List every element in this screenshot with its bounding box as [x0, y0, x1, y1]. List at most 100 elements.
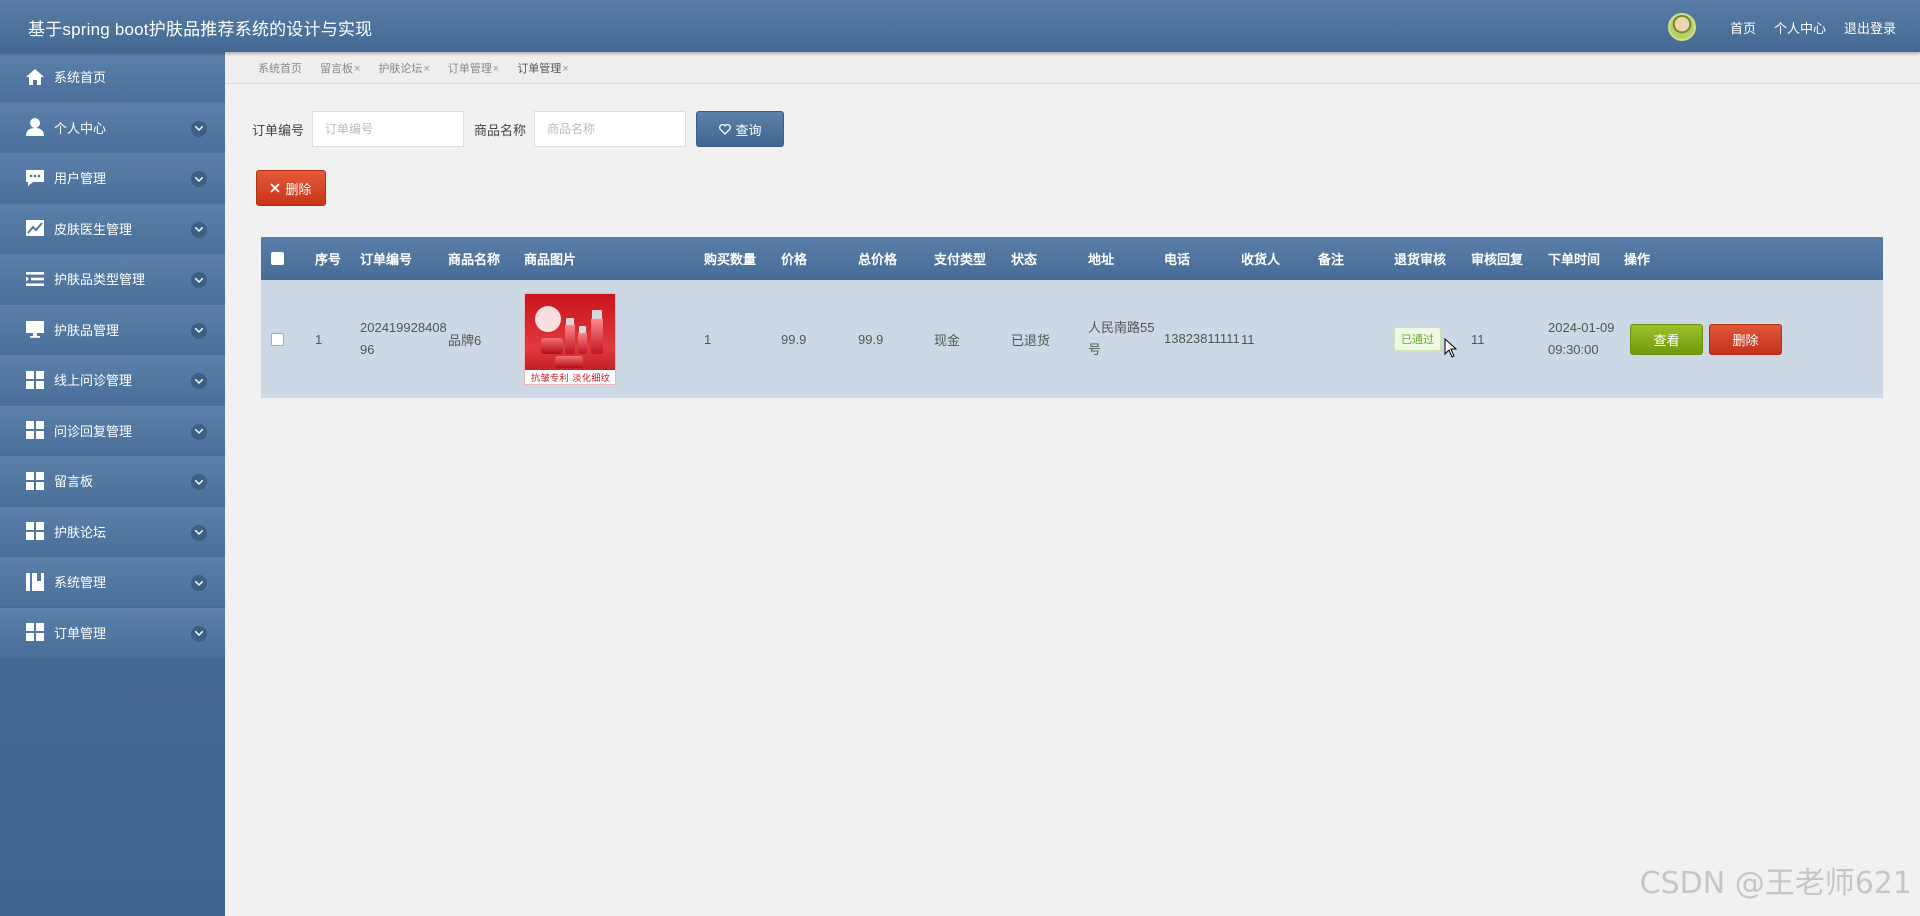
home-icon [24, 67, 46, 87]
header-link-profile[interactable]: 个人中心 [1774, 18, 1826, 37]
order-no-input[interactable] [312, 111, 465, 147]
close-icon[interactable]: × [423, 63, 429, 75]
sidebar-item-label: 系统首页 [54, 70, 107, 85]
sidebar-item-forum[interactable]: 护肤论坛 [0, 506, 225, 556]
chevron-down-icon[interactable] [191, 524, 207, 541]
column-header: 电话 [1164, 252, 1191, 267]
chevron-down-icon[interactable] [191, 272, 207, 288]
sidebar-item-label: 个人中心 [54, 120, 107, 136]
table-row: 1 20241992840896 品牌6 抗皱专利 淡化细纹 1 99.9 99… [261, 280, 1883, 398]
header-link-logout[interactable]: 退出登录 [1844, 18, 1896, 37]
tab-orders[interactable]: 订单管理× [448, 60, 499, 76]
sidebar-item-profile[interactable]: 个人中心 [0, 102, 225, 152]
cell-quantity: 1 [704, 331, 712, 347]
sidebar-item-home[interactable]: 系统首页 [0, 52, 225, 101]
status-badge: 已通过 [1394, 327, 1441, 351]
chevron-down-icon[interactable] [191, 120, 207, 137]
cell-price: 99.9 [781, 331, 807, 347]
header-right: 首页 个人中心 退出登录 [1667, 13, 1896, 41]
tab-label: 护肤论坛 [378, 62, 423, 75]
tab-forum[interactable]: 护肤论坛× [378, 60, 429, 76]
chevron-down-icon[interactable] [191, 171, 207, 187]
sidebar: 系统首页 个人中心 用户管理 皮肤医生管理 护肤品类型管理 护肤品管理 线上问诊… [0, 52, 225, 916]
column-header: 状态 [1011, 252, 1038, 267]
query-button-label: 查询 [735, 122, 762, 138]
sidebar-item-orders[interactable]: 订单管理 [0, 607, 225, 657]
product-name-input[interactable] [534, 111, 687, 147]
sidebar-item-label: 护肤品类型管理 [54, 272, 146, 287]
sidebar-item-users[interactable]: 用户管理 [0, 153, 225, 202]
cell-order-time: 2024-01-09 09:30:00 [1548, 320, 1615, 357]
search-form: 订单编号 商品名称 查询 [252, 111, 785, 147]
view-button[interactable]: 查看 [1630, 323, 1703, 355]
cell-reply: 11 [1471, 331, 1485, 347]
cell-address: 人民南路55号 [1088, 320, 1155, 357]
header-link-home[interactable]: 首页 [1730, 18, 1756, 37]
sidebar-item-label: 线上问诊管理 [54, 373, 133, 388]
product-bottle [565, 324, 575, 354]
user-icon [24, 117, 46, 137]
product-cap [579, 326, 586, 333]
tab-home[interactable]: 系统首页 [258, 60, 302, 76]
cell-phone: 13823811111 [1164, 331, 1240, 346]
select-all-checkbox[interactable] [271, 252, 284, 265]
column-header: 总价格 [858, 252, 898, 267]
column-header: 订单编号 [360, 252, 413, 267]
cell-order-no: 20241992840896 [360, 320, 447, 357]
column-header: 审核回复 [1471, 252, 1524, 267]
delete-row-button[interactable]: 删除 [1709, 323, 1782, 355]
sidebar-item-doctors[interactable]: 皮肤医生管理 [0, 203, 225, 253]
column-header: 收货人 [1241, 252, 1281, 267]
tab-orders-active[interactable]: 订单管理× [517, 60, 568, 76]
product-bottle [578, 332, 587, 354]
sidebar-item-label: 留言板 [54, 474, 94, 489]
sidebar-item-system[interactable]: 系统管理 [0, 557, 225, 606]
mouse-cursor-icon [1444, 337, 1458, 361]
tab-message-board[interactable]: 留言板× [320, 60, 360, 76]
sidebar-item-label: 护肤品管理 [54, 322, 120, 338]
column-header: 价格 [781, 252, 808, 267]
sidebar-item-replies[interactable]: 问诊回复管理 [0, 405, 225, 455]
delete-selected-button[interactable]: 删除 [256, 170, 326, 206]
product-cap [592, 310, 602, 319]
product-image: 抗皱专利 淡化细纹 [524, 293, 616, 385]
chevron-down-icon[interactable] [191, 322, 207, 339]
orders-table: 序号 订单编号 商品名称 商品图片 购买数量 价格 总价格 支付类型 状态 地址… [261, 237, 1883, 398]
sidebar-item-label: 问诊回复管理 [54, 423, 133, 439]
close-icon[interactable]: × [562, 63, 568, 75]
chevron-down-icon[interactable] [191, 221, 207, 238]
chevron-down-icon[interactable] [191, 423, 207, 440]
column-header: 商品名称 [448, 252, 501, 267]
grid-icon [24, 521, 46, 541]
sidebar-item-message-board[interactable]: 留言板 [0, 456, 225, 505]
chevron-down-icon[interactable] [191, 625, 207, 642]
chevron-down-icon[interactable] [191, 474, 207, 490]
grid-icon [24, 370, 46, 390]
monitor-icon [24, 319, 46, 339]
cell-total: 99.9 [858, 331, 884, 347]
row-checkbox[interactable] [271, 332, 284, 346]
product-jar [555, 356, 583, 368]
close-icon[interactable]: × [354, 63, 360, 75]
chevron-down-icon[interactable] [191, 373, 207, 389]
grid-icon [24, 471, 46, 491]
query-button[interactable]: 查询 [696, 111, 785, 147]
column-header: 支付类型 [934, 252, 987, 267]
top-header: 基于spring boot护肤品推荐系统的设计与实现 首页 个人中心 退出登录 [0, 0, 1920, 52]
sidebar-item-products[interactable]: 护肤品管理 [0, 304, 225, 354]
column-header: 备注 [1318, 252, 1345, 267]
product-bottle [591, 318, 603, 354]
delete-button-label: 删除 [285, 181, 312, 197]
column-header: 退货审核 [1394, 252, 1447, 267]
avatar[interactable] [1667, 13, 1696, 41]
column-header: 购买数量 [704, 252, 757, 267]
sidebar-item-consultations[interactable]: 线上问诊管理 [0, 355, 225, 404]
close-icon[interactable]: × [493, 63, 499, 75]
chevron-down-icon[interactable] [191, 575, 207, 591]
cell-seq: 1 [315, 331, 323, 347]
order-no-label: 订单编号 [252, 122, 305, 138]
product-stamp [535, 306, 561, 332]
column-header: 序号 [315, 252, 342, 267]
sidebar-item-label: 用户管理 [54, 171, 107, 186]
sidebar-item-product-types[interactable]: 护肤品类型管理 [0, 254, 225, 303]
